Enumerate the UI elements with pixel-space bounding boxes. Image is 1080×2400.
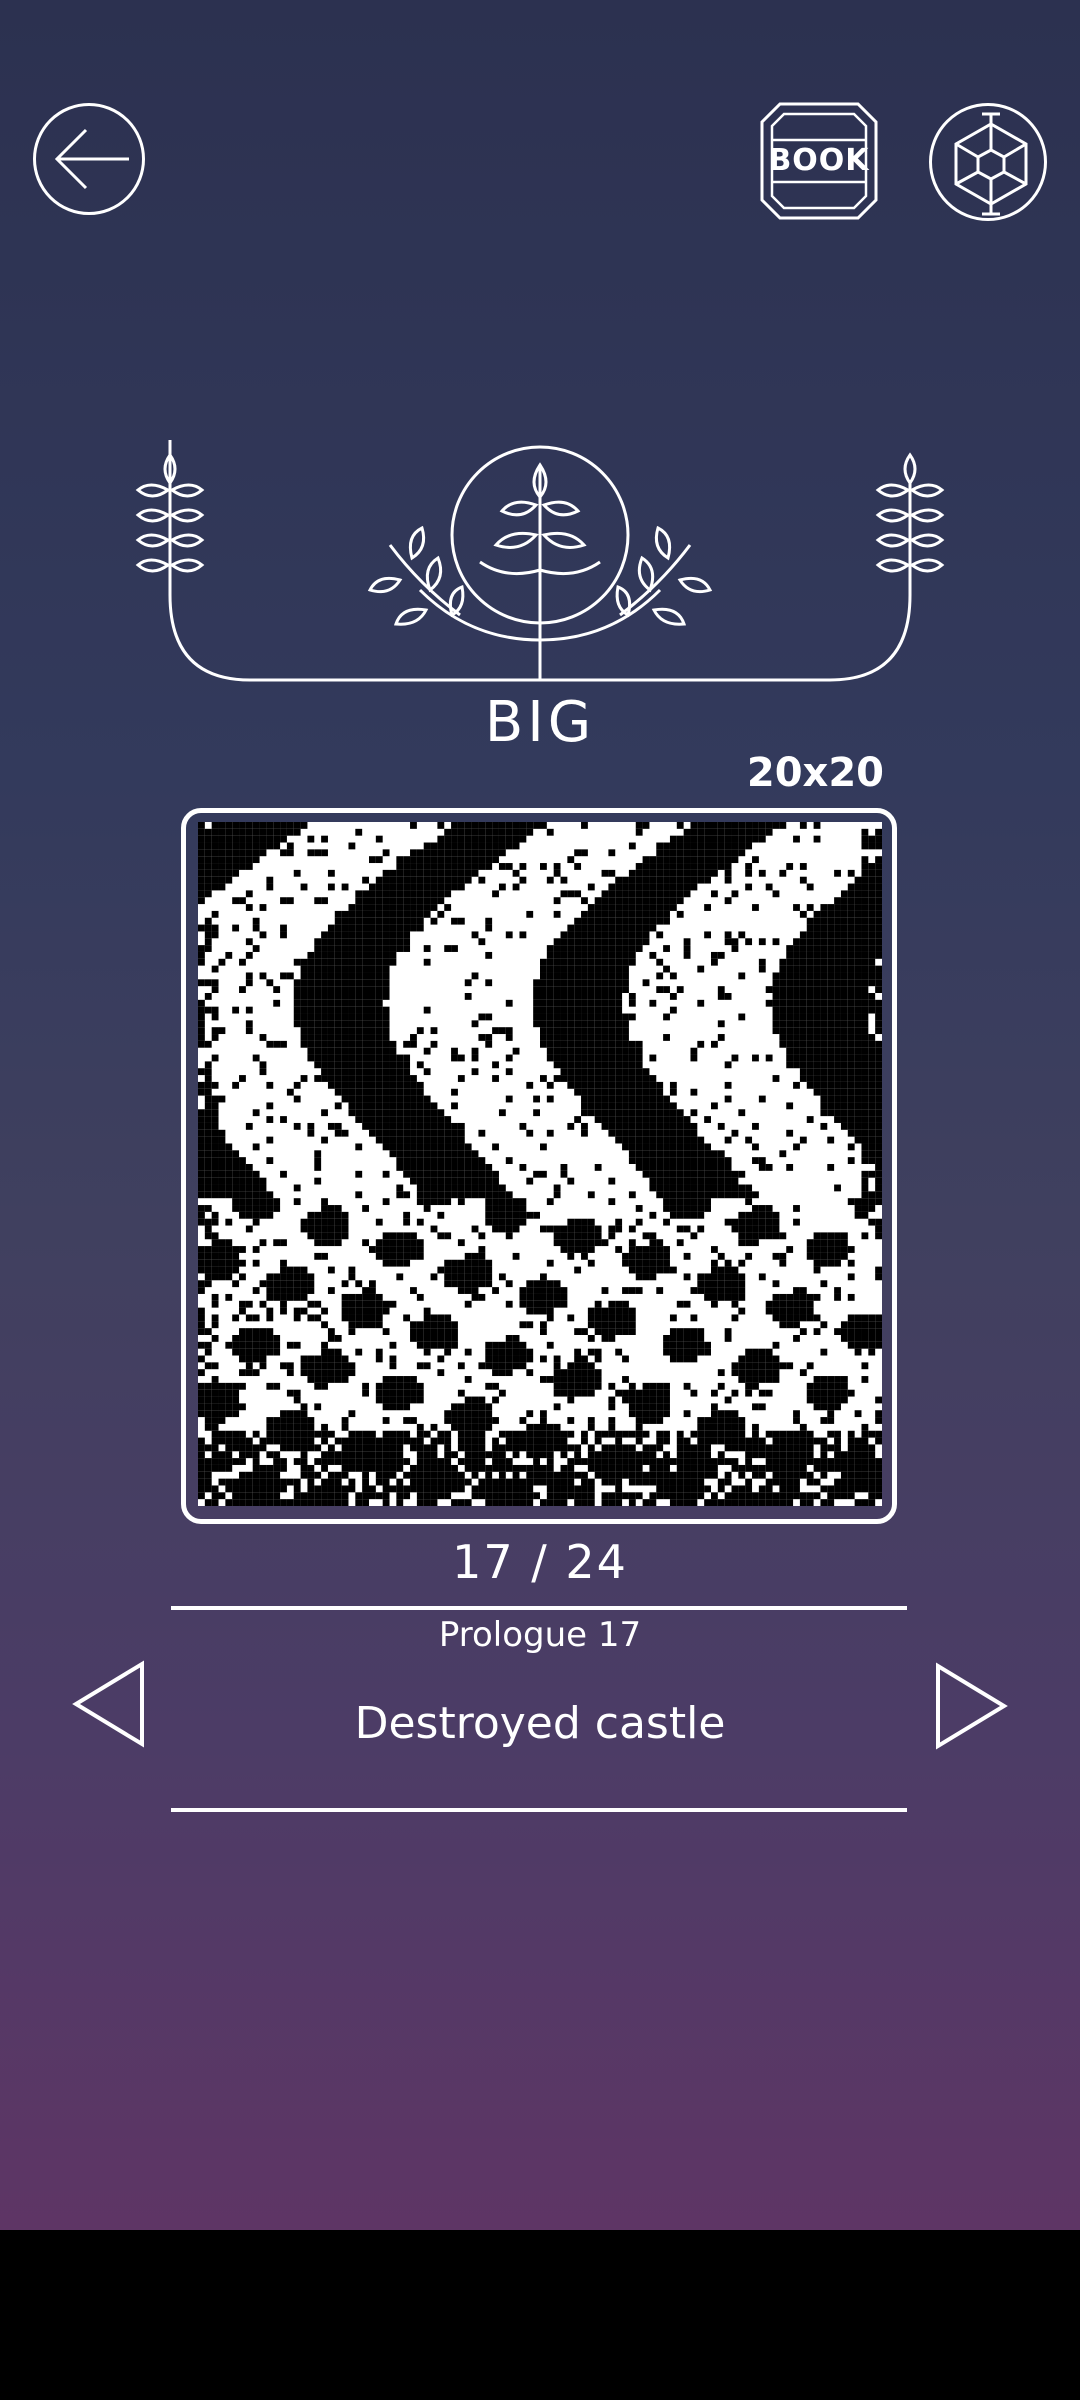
triangle-right-icon[interactable] (934, 1662, 1008, 1750)
puzzle-preview-image[interactable] (198, 822, 882, 1506)
arrow-left-icon (54, 128, 129, 190)
laurel-sprout-emblem-icon (135, 440, 945, 682)
bottom-divider (171, 1808, 907, 1812)
puzzle-progress: 17 / 24 (452, 1535, 628, 1589)
system-navigation-bar (0, 2230, 1080, 2400)
chapter-label: Prologue 17 (438, 1615, 642, 1655)
puzzle-name: Destroyed castle (354, 1698, 726, 1749)
settings-button[interactable] (929, 103, 1047, 221)
top-divider (171, 1606, 907, 1610)
triangle-left-icon[interactable] (72, 1660, 146, 1748)
level-select-screen: BOOK BIG 20x20 17 / 24 Prologue 17 Destr… (0, 0, 1080, 2230)
back-button[interactable] (33, 103, 145, 215)
book-button[interactable]: BOOK (760, 102, 878, 220)
book-label: BOOK (768, 143, 870, 178)
grid-size-label: 20x20 (746, 750, 884, 796)
hexagon-gear-icon (954, 112, 1028, 216)
category-title: BIG (484, 690, 596, 755)
